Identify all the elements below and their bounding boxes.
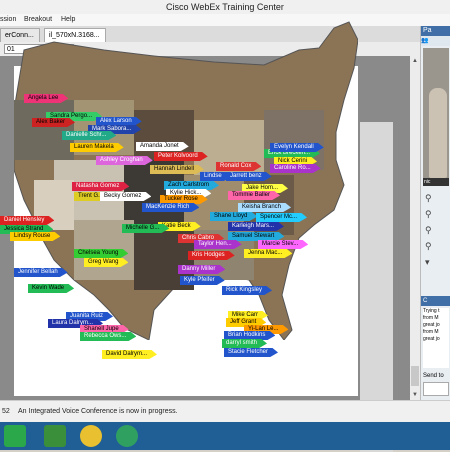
presenter-video-figure — [429, 88, 447, 178]
name-arrow-label: Zach Carlstrom — [164, 181, 219, 190]
scroll-up-icon[interactable]: ▲ — [410, 56, 420, 66]
name-arrow-label: Kris Hodges — [188, 251, 235, 260]
name-arrow-label: Stacie Fletcher — [224, 348, 278, 357]
user-icon: ⚲ — [425, 241, 432, 251]
participant-list: ⚲ ⚲ ⚲ ⚲ ▾ — [423, 190, 449, 270]
name-arrow-label: Spencer Mc... — [256, 213, 307, 222]
chat-input[interactable] — [423, 382, 449, 396]
user-icon: ⚲ — [425, 209, 432, 219]
name-arrow-label: Lindsy Rouse — [10, 232, 60, 241]
name-arrow-label: Tucker Rose — [160, 195, 208, 204]
name-arrow-label: Kevin Wade — [28, 284, 74, 293]
name-arrow-label: Keisha Branch — [238, 203, 291, 212]
name-arrow-label: Evelyn Kendall — [270, 143, 324, 152]
name-arrow-label: Alex Baker — [32, 118, 75, 127]
name-arrow-label: Tommie Baller — [228, 191, 280, 200]
app-icon[interactable] — [44, 425, 66, 447]
name-arrow-label: Danielle Schr... — [62, 131, 116, 140]
user-icon: ⚲ — [425, 225, 432, 235]
user-icon: ⚲ — [425, 193, 432, 203]
video-name-label: nic — [423, 178, 449, 186]
name-arrow-label: MacKenzie Rich — [142, 203, 199, 212]
scroll-down-icon[interactable]: ▼ — [410, 390, 420, 400]
name-arrow-label: Greg Wang — [84, 258, 128, 267]
name-arrow-label: Kyle Pfeifer — [180, 276, 225, 285]
participant-row[interactable]: ⚲ — [423, 206, 449, 222]
name-arrow-label: Karleigh Mars... — [228, 222, 284, 231]
status-number: 52 — [2, 408, 10, 415]
name-arrow-label: Ashley Croghan — [96, 156, 153, 165]
participant-row[interactable]: ⚲ — [423, 190, 449, 206]
name-arrow-label: Lauren Makela — [70, 143, 124, 152]
expand-icon[interactable]: ▾ — [425, 257, 430, 267]
name-arrow-label: Hannah Lindell — [150, 165, 204, 174]
name-arrow-label: David Dalrym... — [102, 350, 157, 359]
name-arrow-label: Peter Kolvoord — [154, 152, 208, 161]
name-arrow-label: Rebecca Ows... — [80, 332, 136, 341]
name-arrow-label: Jennifer Bellah — [14, 268, 68, 277]
scrollbar-thumb[interactable] — [411, 366, 419, 386]
name-arrow-label: Ronald Cox — [216, 162, 261, 171]
chrome-icon[interactable] — [80, 425, 102, 447]
name-arrow-label: Jenna Mac... — [244, 249, 292, 258]
participants-panel: Pa 👥 nic ⚲ ⚲ ⚲ ⚲ ▾ C Trying t from M gre… — [420, 26, 450, 400]
chat-messages: Trying t from M great jo from M great jo — [423, 308, 449, 368]
status-bar: 52 An Integrated Voice Conference is now… — [0, 400, 450, 423]
name-arrow-label: Michelle G... — [122, 224, 169, 233]
name-arrow-label: Samuel Stewart — [228, 232, 284, 241]
name-arrow-label: Chelsea Young — [74, 249, 128, 258]
name-arrow-label: Daniel Hensley — [0, 216, 54, 225]
name-arrow-label: Angela Lee — [24, 94, 68, 103]
participants-panel-header[interactable]: Pa — [421, 26, 450, 36]
participant-row[interactable]: ⚲ — [423, 222, 449, 238]
participant-row[interactable]: ⚲ — [423, 238, 449, 254]
send-to-label: Send to — [423, 373, 444, 379]
webcam-video: nic — [423, 48, 449, 186]
vertical-scrollbar[interactable]: ▲ ▼ — [410, 56, 420, 400]
taskbar — [0, 422, 450, 450]
participants-icon[interactable]: 👥 — [421, 38, 428, 44]
name-arrow-label: Jarrett benz — [226, 172, 272, 181]
participant-row[interactable]: ▾ — [423, 254, 449, 270]
name-arrow-label: Caroline Ro... — [270, 164, 321, 173]
name-arrow-label: Natasha Gomez — [72, 182, 129, 191]
participants-toolbar: 👥 — [421, 36, 450, 46]
name-arrow-label: Brian Hodkins — [224, 331, 275, 340]
name-arrow-label: Danny Miller — [178, 265, 225, 274]
status-message: An Integrated Voice Conference is now in… — [18, 408, 178, 415]
name-arrow-label: Shane Lloyd — [210, 212, 257, 221]
name-arrow-label: Marcie Stev... — [258, 240, 308, 249]
webex-icon[interactable] — [116, 425, 138, 447]
name-arrow-label: darryl smith — [222, 339, 267, 348]
name-arrow-label: Amanda Jonet — [136, 142, 189, 151]
name-arrow-label: Taylor Hen... — [194, 240, 242, 249]
chat-panel-header[interactable]: C — [421, 296, 450, 306]
excel-icon[interactable] — [4, 425, 26, 447]
name-arrow-label: Rick Kingsley — [222, 286, 272, 295]
name-arrow-label: Becky Gomez — [100, 192, 151, 201]
